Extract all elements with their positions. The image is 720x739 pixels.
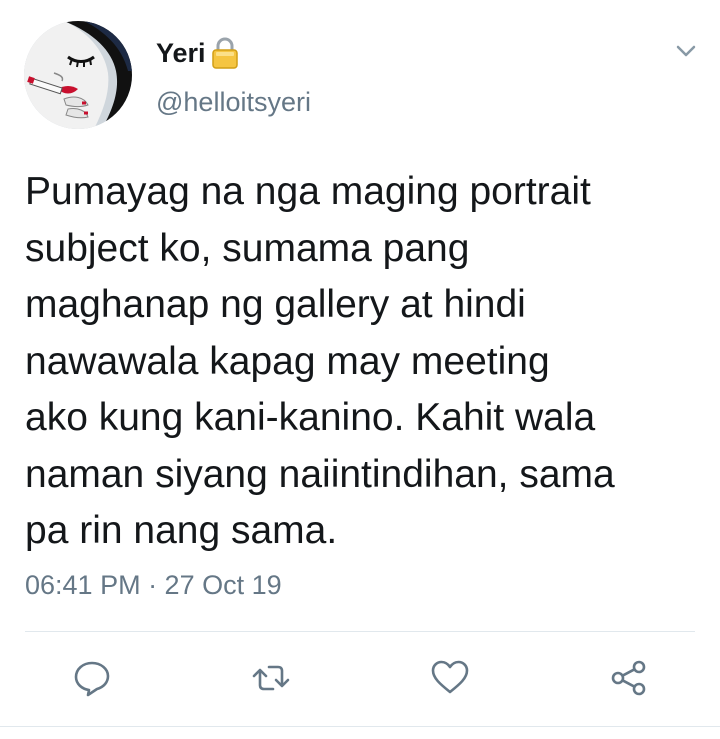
display-name[interactable]: Yeri	[156, 36, 240, 70]
tweet-timestamp[interactable]: 06:41 PM · 27 Oct 19	[25, 568, 282, 602]
tweet-text: Pumayag na nga maging portrait subject k…	[25, 170, 615, 552]
like-button[interactable]	[430, 658, 470, 698]
divider	[0, 726, 720, 727]
display-name-text: Yeri	[156, 38, 206, 68]
heart-icon	[431, 660, 469, 694]
reply-icon	[74, 661, 110, 697]
share-button[interactable]	[609, 658, 649, 698]
chevron-down-icon[interactable]	[672, 40, 700, 62]
retweet-icon	[252, 665, 290, 691]
avatar-illustration	[24, 21, 132, 129]
divider	[25, 631, 695, 632]
retweet-button[interactable]	[251, 658, 291, 698]
tweet-card: Yeri @helloitsyeri Pumayag na nga maging…	[0, 0, 720, 739]
lock-icon	[210, 36, 240, 70]
reply-button[interactable]	[72, 658, 112, 698]
share-icon	[611, 660, 646, 696]
user-handle[interactable]: @helloitsyeri	[156, 86, 311, 118]
avatar[interactable]	[24, 21, 132, 129]
